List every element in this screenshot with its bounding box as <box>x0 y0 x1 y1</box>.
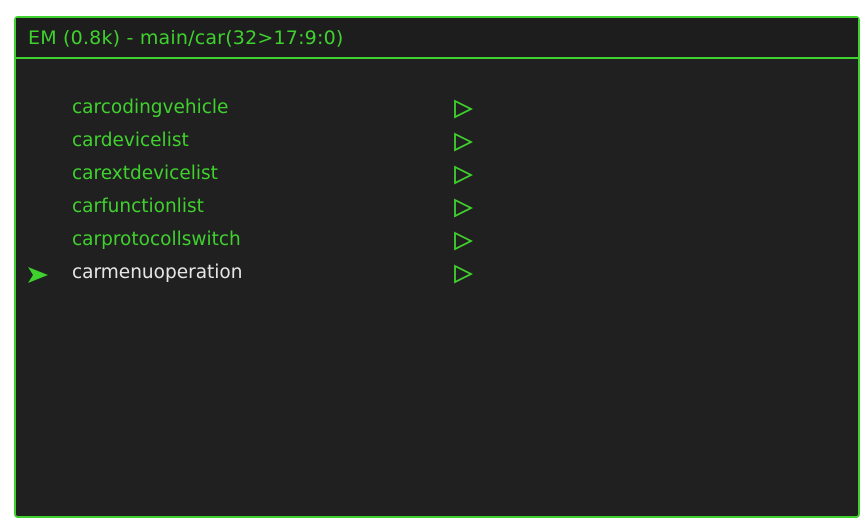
selection-pointer-icon <box>28 267 48 283</box>
title-bar: EM (0.8k) - main/car(32>17:9:0) <box>16 18 858 59</box>
submenu-arrow-icon <box>454 231 474 251</box>
menu-item-carcodingvehicle[interactable]: carcodingvehicle <box>16 94 858 127</box>
submenu-arrow-icon <box>454 99 474 119</box>
menu-item-carprotocollswitch[interactable]: carprotocollswitch <box>16 226 858 259</box>
menu-item-label: carextdevicelist <box>72 163 218 184</box>
submenu-arrow-icon <box>454 165 474 185</box>
menu-item-carextdevicelist[interactable]: carextdevicelist <box>16 160 858 193</box>
menu-item-cardevicelist[interactable]: cardevicelist <box>16 127 858 160</box>
submenu-arrow-icon <box>454 264 474 284</box>
menu-item-carmenuoperation[interactable]: carmenuoperation <box>16 259 858 292</box>
engineering-menu-panel: EM (0.8k) - main/car(32>17:9:0) carcodin… <box>14 16 860 518</box>
window-title: EM (0.8k) - main/car(32>17:9:0) <box>28 27 344 49</box>
menu-item-label: carmenuoperation <box>72 262 243 283</box>
submenu-arrow-icon <box>454 132 474 152</box>
menu-item-label: carcodingvehicle <box>72 97 229 118</box>
menu-list: carcodingvehicle cardevicelist carextdev… <box>16 94 858 292</box>
menu-item-carfunctionlist[interactable]: carfunctionlist <box>16 193 858 226</box>
menu-item-label: carprotocollswitch <box>72 229 241 250</box>
submenu-arrow-icon <box>454 198 474 218</box>
menu-item-label: carfunctionlist <box>72 196 204 217</box>
screen: EM (0.8k) - main/car(32>17:9:0) carcodin… <box>0 0 865 522</box>
menu-item-label: cardevicelist <box>72 130 189 151</box>
